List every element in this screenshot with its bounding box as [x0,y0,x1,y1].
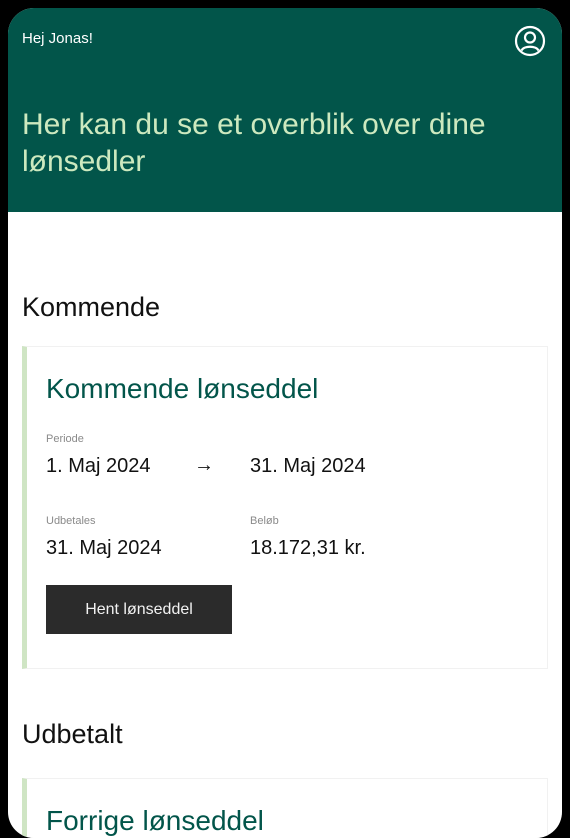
arrow-right-icon: → [194,454,214,476]
user-circle-icon [514,25,546,57]
download-payslip-button[interactable]: Hent lønseddel [46,585,232,634]
section-title-upcoming: Kommende [22,292,161,322]
phone-screen: Hej Jonas! Her kan du se et overblik ove… [8,8,562,838]
period-label: Periode [46,433,84,445]
period-start: 1. Maj 2024 [46,455,151,477]
upcoming-payslip-card: Kommende lønseddel Periode 1. Maj 2024 →… [22,346,548,669]
card-title: Forrige lønseddel [46,805,264,836]
page-title: Her kan du se et overblik over dine løns… [22,108,486,178]
amount-value: 18.172,31 kr. [250,537,366,559]
period-end: 31. Maj 2024 [250,455,366,477]
page-header: Hej Jonas! Her kan du se et overblik ove… [8,8,562,212]
profile-button[interactable] [514,25,546,57]
previous-payslip-card: Forrige lønseddel [22,778,548,838]
section-title-paid: Udbetalt [22,719,123,749]
card-title: Kommende lønseddel [46,373,319,404]
greeting-text: Hej Jonas! [22,30,93,47]
payout-date: 31. Maj 2024 [46,537,162,559]
amount-label: Beløb [250,515,279,527]
payout-label: Udbetales [46,515,96,527]
